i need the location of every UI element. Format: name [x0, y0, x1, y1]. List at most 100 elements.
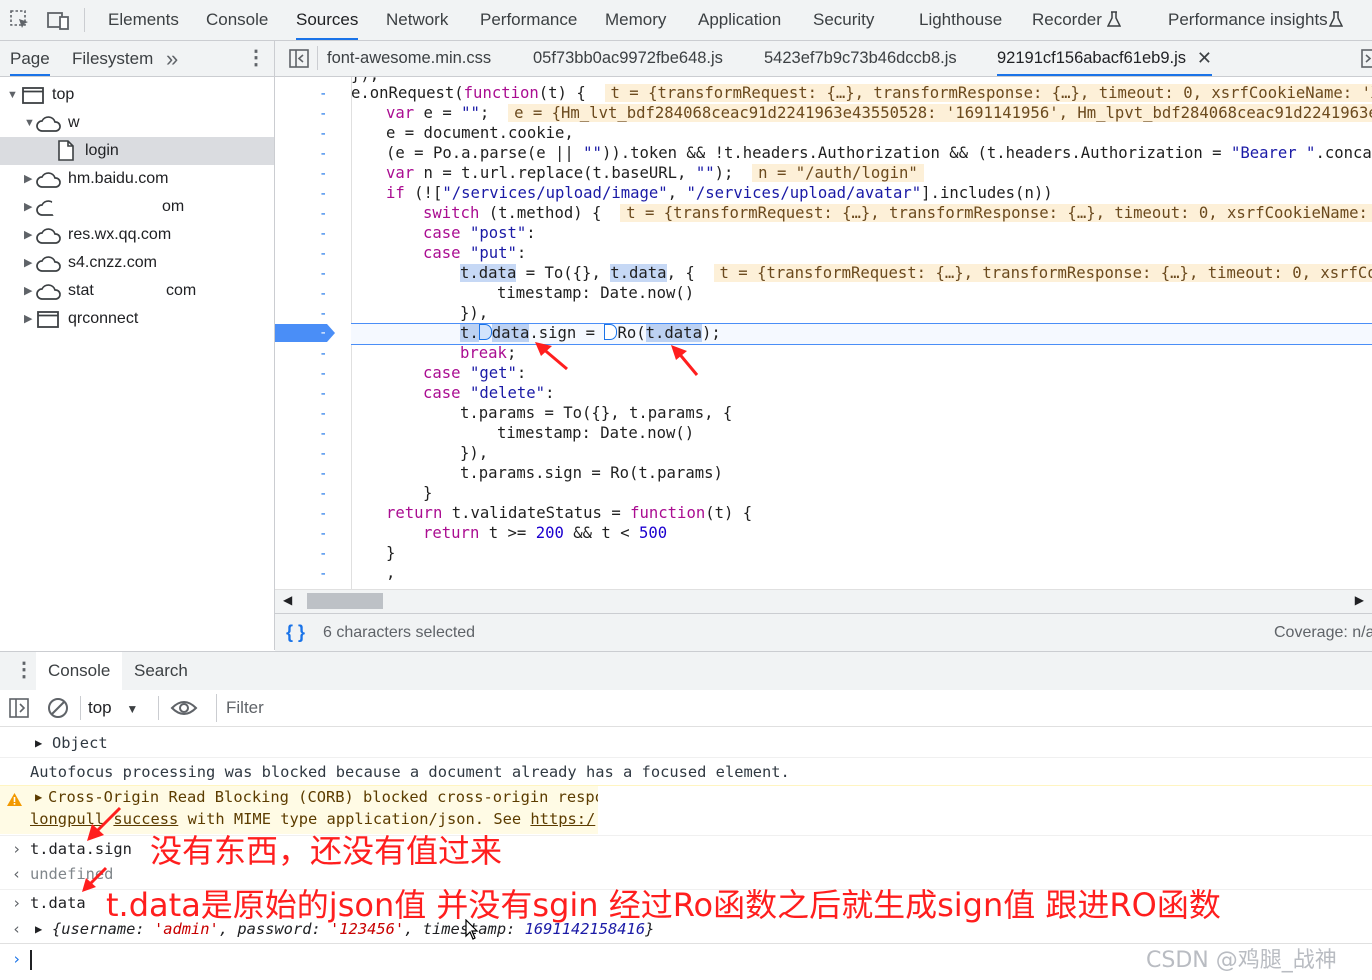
code-highlight: t. — [460, 324, 479, 342]
tab-application[interactable]: Application — [698, 0, 781, 40]
tree-item-stat[interactable]: ▶ stat com — [0, 277, 274, 305]
text-cursor — [30, 950, 32, 970]
devtools-panel-tabs: Elements Console Sources Network Perform… — [0, 0, 1372, 41]
tree-item-login[interactable]: login — [0, 137, 274, 165]
toolbar-divider — [158, 696, 159, 720]
tab-sources[interactable]: Sources — [296, 0, 359, 40]
gutter-marker[interactable]: - — [319, 346, 327, 362]
tree-item-qrconnect[interactable]: ▶ qrconnect — [0, 305, 274, 333]
code-text: e = — [414, 104, 462, 122]
gutter-marker[interactable]: - — [319, 206, 327, 222]
gutter-marker[interactable]: - — [319, 546, 327, 562]
console-message[interactable]: ▶ Object — [0, 733, 1372, 753]
scrollbar-thumb[interactable] — [307, 593, 383, 609]
code-text: (e = Po.a.parse(e || — [386, 144, 584, 162]
gutter-marker[interactable]: - — [319, 146, 327, 162]
gutter-marker[interactable]: - — [319, 426, 327, 442]
drawer-tab-console[interactable]: Console — [36, 652, 123, 690]
code-editor[interactable]: - - - - - - - - - - - - - - - - - - - - … — [275, 77, 1372, 589]
pretty-print-icon[interactable]: { } — [286, 614, 305, 651]
tab-memory[interactable]: Memory — [605, 0, 666, 40]
editor-tab-file[interactable]: font-awesome.min.css — [327, 41, 491, 76]
console-filter-input[interactable]: Filter — [216, 694, 1372, 722]
tree-item-domain[interactable]: ▶ om — [0, 193, 274, 221]
expand-triangle-icon[interactable]: ▶ — [35, 917, 42, 941]
gutter-marker[interactable]: - — [319, 466, 327, 482]
gutter-marker[interactable]: - — [319, 406, 327, 422]
editor-tab-file[interactable]: 05f73bb0ac9972fbe648.js — [533, 41, 723, 76]
tab-page[interactable]: Page — [10, 41, 50, 76]
step-marker-icon[interactable] — [604, 324, 618, 340]
expand-triangle-icon[interactable]: ▶ — [35, 790, 42, 804]
drawer-tab-search[interactable]: Search — [134, 652, 188, 690]
tab-recorder[interactable]: Recorder — [1032, 0, 1121, 40]
tab-performance[interactable]: Performance — [480, 0, 577, 40]
code-text: ; — [479, 104, 490, 122]
gutter-marker[interactable]: - — [319, 166, 327, 182]
gutter-marker[interactable]: - — [319, 126, 327, 142]
more-options-icon[interactable]: ⋮ — [246, 41, 266, 76]
code-number: 500 — [638, 524, 668, 542]
scroll-left-icon[interactable]: ◀ — [283, 593, 292, 607]
gutter-marker[interactable]: - — [319, 286, 327, 302]
tab-lighthouse[interactable]: Lighthouse — [919, 0, 1002, 40]
tab-network[interactable]: Network — [386, 0, 448, 40]
collapsed-triangle-icon: ▶ — [24, 201, 33, 213]
code-text: }), — [460, 444, 489, 462]
horizontal-scrollbar[interactable]: ◀ ▶ — [275, 589, 1372, 614]
editor-tab-active-file[interactable]: 92191cf156abacf61eb9.js ✕ — [997, 41, 1212, 76]
gutter-marker[interactable]: - — [319, 486, 327, 502]
tab-performance-insights[interactable]: Performance insights — [1168, 0, 1343, 40]
code-line: case "put": — [423, 244, 527, 262]
code-keyword: case — [423, 364, 461, 382]
inline-value: t = {transformRequest: {…}, transformRes… — [604, 84, 1372, 102]
tree-item-hm-baidu[interactable]: ▶ hm.baidu.com — [0, 165, 274, 193]
cloud-icon — [36, 172, 61, 188]
code-text: (t.method) { — [479, 204, 602, 222]
live-expression-eye-icon[interactable] — [170, 698, 198, 718]
step-marker-icon[interactable] — [478, 324, 492, 340]
gutter-marker[interactable]: - — [319, 566, 327, 582]
tab-security[interactable]: Security — [813, 0, 874, 40]
gutter-marker[interactable]: - — [319, 86, 327, 102]
gutter-marker[interactable]: - — [319, 226, 327, 242]
code-text: )).token && !t.headers.Authorization && … — [601, 144, 1231, 162]
gutter-marker[interactable]: - — [319, 186, 327, 202]
device-toolbar-icon[interactable] — [46, 8, 70, 32]
gutter-marker[interactable]: - — [319, 386, 327, 402]
experiment-flask-icon — [1329, 11, 1343, 27]
inspect-element-icon[interactable] — [8, 8, 32, 32]
toggle-navigator-icon[interactable] — [289, 49, 309, 68]
gutter-marker[interactable]: - — [319, 446, 327, 462]
show-sidebar-icon[interactable] — [9, 698, 29, 718]
more-tabs-chevron-icon[interactable]: » — [166, 41, 178, 76]
tree-item-domain[interactable]: ▼ w — [0, 109, 274, 138]
line-gutter[interactable]: - - - - - - - - - - - - - - - - - - - - … — [275, 77, 352, 589]
drawer-menu-icon[interactable]: ⋮ — [14, 652, 34, 688]
console-toolbar: top ▼ Filter — [0, 690, 1372, 727]
gutter-marker[interactable]: - — [319, 266, 327, 282]
gutter-marker[interactable]: - — [319, 106, 327, 122]
toggle-debugger-icon[interactable] — [1361, 49, 1372, 68]
tree-item-res-wx[interactable]: ▶ res.wx.qq.com — [0, 221, 274, 249]
clear-console-icon[interactable] — [47, 697, 69, 719]
gutter-marker[interactable]: - — [319, 366, 327, 382]
gutter-marker[interactable]: - — [319, 246, 327, 262]
tab-elements[interactable]: Elements — [108, 0, 179, 40]
gutter-marker[interactable]: - — [319, 306, 327, 322]
editor-tab-file[interactable]: 5423ef7b9c73b46dccb8.js — [764, 41, 957, 76]
scroll-right-icon[interactable]: ▶ — [1355, 593, 1364, 607]
expand-triangle-icon[interactable]: ▶ — [35, 733, 42, 753]
gutter-marker[interactable]: - — [319, 506, 327, 522]
console-link[interactable]: https:/ — [530, 810, 595, 828]
context-selector[interactable]: top ▼ — [88, 690, 138, 726]
tree-item-top[interactable]: ▼ top — [0, 81, 274, 109]
close-tab-icon[interactable]: ✕ — [1197, 41, 1212, 76]
code-line: t.params = To({}, t.params, { — [460, 403, 732, 423]
tree-item-label: w — [68, 114, 80, 131]
tab-filesystem[interactable]: Filesystem — [72, 41, 153, 76]
code-text: timestamp: Date.now() — [497, 424, 695, 442]
gutter-marker[interactable]: - — [319, 526, 327, 542]
tree-item-cnzz[interactable]: ▶ s4.cnzz.com — [0, 249, 274, 277]
tab-console[interactable]: Console — [206, 0, 268, 40]
